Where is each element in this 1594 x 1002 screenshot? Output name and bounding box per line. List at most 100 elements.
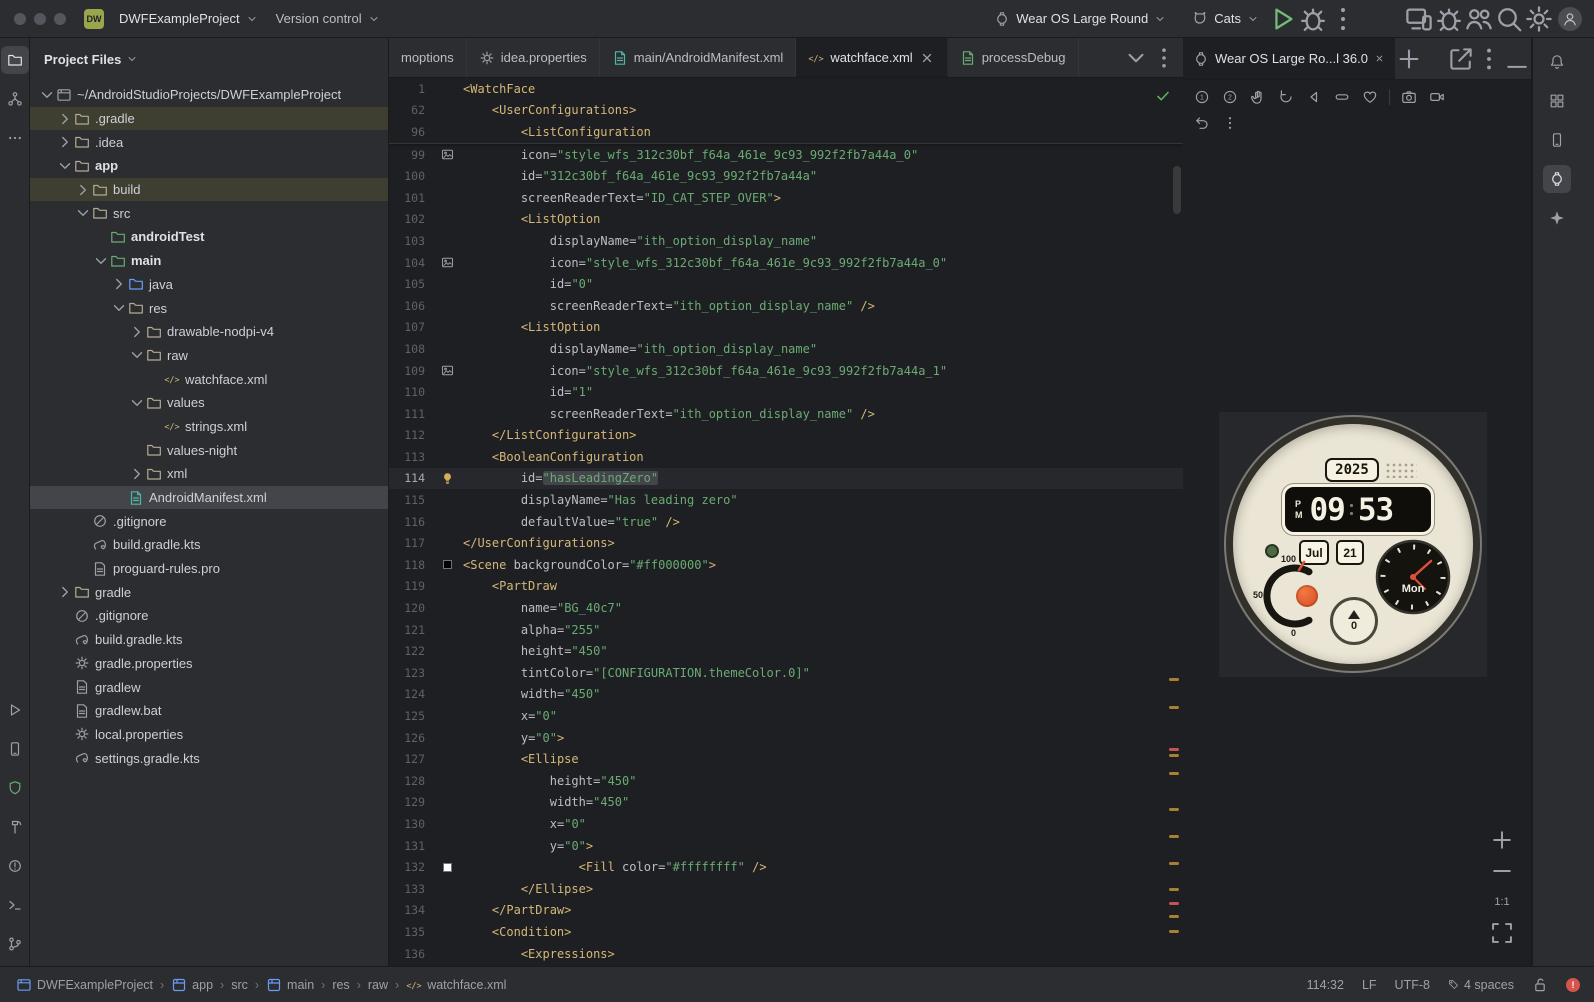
line-number[interactable]: 107 (389, 320, 435, 334)
line-number[interactable]: 108 (389, 342, 435, 356)
close-tab-icon[interactable] (919, 50, 935, 66)
line-number[interactable]: 62 (389, 103, 435, 117)
back-button[interactable] (1301, 85, 1327, 109)
line-number[interactable]: 115 (389, 493, 435, 507)
window-close-button[interactable] (14, 12, 26, 25)
code-line-105[interactable]: 105 id="0" (389, 273, 1183, 295)
tree-item-raw[interactable]: raw (30, 344, 388, 368)
zoom-in-button[interactable] (1489, 828, 1515, 852)
code-area[interactable]: 99 icon="style_wfs_312c30bf_f64a_461e_9c9… (389, 144, 1183, 965)
code-line-102[interactable]: 102 <ListOption (389, 209, 1183, 231)
chevron-down-icon[interactable] (128, 395, 146, 411)
device-mirror-button[interactable] (1404, 5, 1434, 33)
tree-item-gitignore[interactable]: .gitignore (30, 509, 388, 533)
breadcrumb-item-main[interactable]: main (266, 977, 314, 993)
editor-tab-idea-properties[interactable]: idea.properties (467, 38, 600, 77)
code-line-125[interactable]: 125 x="0" (389, 705, 1183, 727)
code-line-62[interactable]: 62 <UserConfigurations> (389, 100, 1183, 122)
chevron-right-icon[interactable] (128, 466, 146, 482)
chevron-right-icon[interactable] (56, 111, 74, 127)
code-line-103[interactable]: 103 displayName="ith_option_display_name" (389, 230, 1183, 252)
window-zoom-button[interactable] (54, 12, 66, 25)
device-screen[interactable]: 2025 P M 09 53 Jul 21 Mon 100 50 0 0 (1219, 412, 1487, 677)
play-policy-tool-button[interactable] (1, 774, 29, 802)
file-encoding[interactable]: UTF-8 (1395, 978, 1430, 992)
code-line-123[interactable]: 123 tintColor="[CONFIGURATION.themeColor.… (389, 662, 1183, 684)
tab-list-dropdown-button[interactable] (1123, 45, 1149, 71)
change-marker[interactable] (1169, 678, 1179, 681)
hardware-buttons-button[interactable] (1329, 85, 1355, 109)
line-number[interactable]: 127 (389, 752, 435, 766)
code-line-110[interactable]: 110 id="1" (389, 381, 1183, 403)
line-number[interactable]: 110 (389, 385, 435, 399)
image-icon[interactable] (435, 364, 459, 377)
run-button[interactable] (1268, 5, 1298, 33)
settings-button[interactable] (1524, 5, 1554, 33)
record-screen-button[interactable] (1424, 85, 1450, 109)
line-number[interactable]: 135 (389, 925, 435, 939)
chevron-right-icon[interactable] (128, 324, 146, 340)
caret-position[interactable]: 114:32 (1307, 978, 1344, 992)
line-number[interactable]: 101 (389, 191, 435, 205)
code-line-104[interactable]: 104 icon="style_wfs_312c30bf_f64a_461e_9c… (389, 252, 1183, 274)
editor-tab-main-androidmanifest-xml[interactable]: main/AndroidManifest.xml (600, 38, 797, 77)
tree-item-strings-xml[interactable]: </> strings.xml (30, 415, 388, 439)
change-marker[interactable] (1169, 902, 1179, 905)
tree-item-gradle[interactable]: gradle (30, 580, 388, 604)
breadcrumb-item-res[interactable]: res (332, 978, 349, 992)
heart-rate-button[interactable] (1357, 85, 1383, 109)
line-number[interactable]: 109 (389, 364, 435, 378)
editor-scrollbar[interactable] (1173, 166, 1181, 214)
tree-item-build[interactable]: build (30, 177, 388, 202)
change-marker[interactable] (1169, 754, 1179, 757)
line-number[interactable]: 102 (389, 212, 435, 226)
code-line-96[interactable]: 96 <ListConfiguration (389, 121, 1183, 143)
editor-area[interactable]: moptions idea.properties main/AndroidManif… (389, 38, 1183, 966)
line-number[interactable]: 96 (389, 125, 435, 139)
line-number[interactable]: 100 (389, 169, 435, 183)
code-line-127[interactable]: 127 <Ellipse (389, 748, 1183, 770)
search-everywhere-button[interactable] (1494, 5, 1524, 33)
panel-options-button[interactable] (1475, 38, 1503, 79)
line-number[interactable]: 123 (389, 666, 435, 680)
code-line-130[interactable]: 130 x="0" (389, 813, 1183, 835)
breadcrumb-item-src[interactable]: src (231, 978, 248, 992)
tree-item-gradlew[interactable]: gradlew (30, 675, 388, 699)
report-problem-button[interactable] (1434, 5, 1464, 33)
breadcrumb-item-dwfexampleproject[interactable]: DWFExampleProject (16, 977, 153, 993)
breadcrumb-item-raw[interactable]: raw (368, 978, 388, 992)
code-line-118[interactable]: 118 <Scene backgroundColor="#ff000000"> (389, 554, 1183, 576)
line-number[interactable]: 120 (389, 601, 435, 615)
run-configuration-button[interactable]: Cats (1183, 5, 1268, 33)
tree-item-src[interactable]: src (30, 201, 388, 225)
bulb-icon[interactable] (435, 472, 459, 485)
run-tool-button[interactable] (1, 696, 29, 724)
line-number[interactable]: 118 (389, 558, 435, 572)
code-line-112[interactable]: 112 </ListConfiguration> (389, 425, 1183, 447)
line-number[interactable]: 129 (389, 795, 435, 809)
change-marker[interactable] (1169, 835, 1179, 838)
project-panel-header[interactable]: Project Files (30, 38, 388, 80)
line-number[interactable]: 136 (389, 947, 435, 961)
editor-tab-processdebug[interactable]: processDebug (948, 38, 1079, 77)
press-button-1-button[interactable]: 1 (1189, 85, 1215, 109)
code-line-115[interactable]: 115 displayName="Has leading zero" (389, 489, 1183, 511)
chevron-down-icon[interactable] (110, 300, 128, 316)
editor-tab-moptions[interactable]: moptions (389, 38, 467, 77)
tree-item-local-properties[interactable]: local.properties (30, 723, 388, 747)
debug-button[interactable] (1298, 5, 1328, 33)
tab-options-button[interactable] (1151, 45, 1177, 71)
code-line-128[interactable]: 128 height="450" (389, 770, 1183, 792)
code-line-119[interactable]: 119 <PartDraw (389, 576, 1183, 598)
more-tools-button[interactable] (1, 124, 29, 152)
change-marker[interactable] (1169, 706, 1179, 709)
project-tool-button[interactable] (0, 46, 29, 74)
tree-item-res[interactable]: res (30, 296, 388, 320)
tree-item-watchface-xml[interactable]: </> watchface.xml (30, 367, 388, 391)
change-marker[interactable] (1169, 888, 1179, 891)
tree-item-values[interactable]: values (30, 391, 388, 415)
line-separator[interactable]: LF (1362, 978, 1377, 992)
code-line-122[interactable]: 122 height="450" (389, 640, 1183, 662)
press-button-2-button[interactable]: 2 (1217, 85, 1243, 109)
code-line-133[interactable]: 133 </Ellipse> (389, 878, 1183, 900)
